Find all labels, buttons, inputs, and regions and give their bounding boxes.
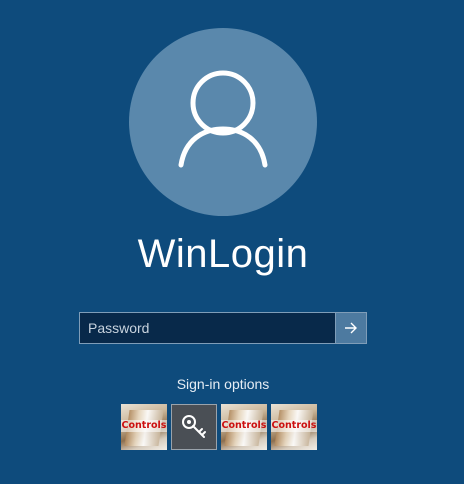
arrow-right-icon bbox=[345, 322, 357, 334]
option-label: Controls bbox=[221, 420, 267, 432]
sign-in-options-row: Controls Controls Controls bbox=[121, 404, 317, 450]
password-option[interactable] bbox=[171, 404, 217, 450]
password-input[interactable] bbox=[80, 313, 335, 343]
option-label: Controls bbox=[121, 420, 167, 432]
sign-in-options-label[interactable]: Sign-in options bbox=[0, 376, 446, 392]
option-label: Controls bbox=[271, 420, 317, 432]
picture-password-option[interactable]: Controls bbox=[271, 404, 317, 450]
picture-password-option[interactable]: Controls bbox=[221, 404, 267, 450]
user-avatar bbox=[129, 28, 317, 216]
picture-password-option[interactable]: Controls bbox=[121, 404, 167, 450]
submit-button[interactable] bbox=[335, 313, 366, 343]
password-box bbox=[79, 312, 367, 344]
user-icon bbox=[178, 70, 268, 168]
lock-screen: WinLogin Sign-in options Controls Contro… bbox=[0, 0, 464, 484]
key-icon bbox=[182, 415, 206, 438]
username-label: WinLogin bbox=[137, 232, 309, 276]
